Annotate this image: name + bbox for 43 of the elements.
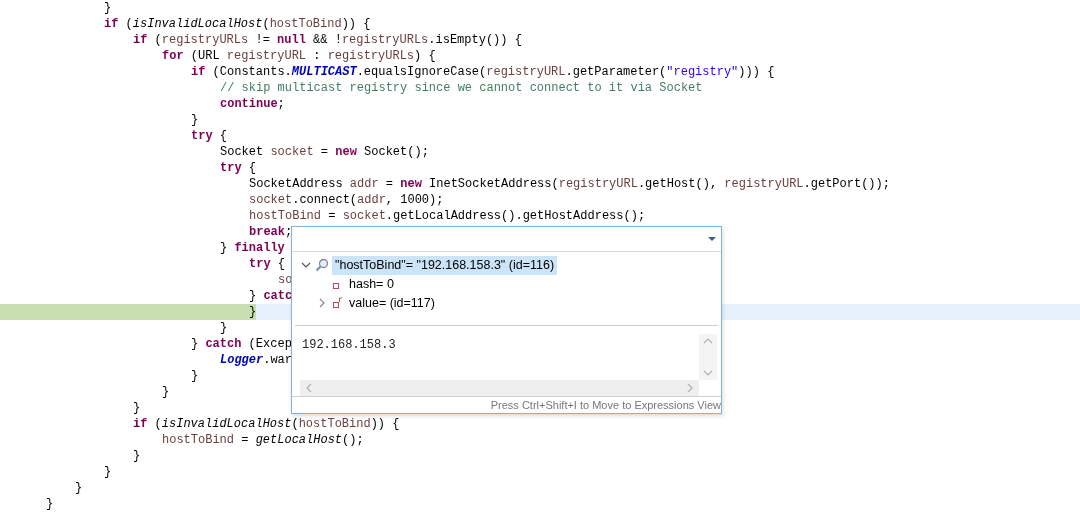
scroll-right-icon[interactable]	[687, 383, 693, 393]
code-line: }	[103, 0, 112, 16]
code-line: }	[190, 112, 199, 128]
code-line: Logger.war	[219, 352, 293, 368]
code-line: SocketAddress addr = new InetSocketAddress(registryURL.getHost(), registryURL.getPort());	[248, 176, 890, 192]
code-line: socket.connect(addr, 1000);	[248, 192, 444, 208]
code-line: } catch (Excep	[190, 336, 292, 352]
tree-item[interactable]: hash= 0	[346, 274, 397, 294]
scroll-up-icon[interactable]	[703, 338, 713, 345]
code-line: }	[132, 400, 141, 416]
code-line: continue;	[219, 96, 285, 112]
tree-item[interactable]: value= (id=117)	[346, 293, 438, 313]
code-line: try {	[190, 128, 227, 144]
code-line: try {	[219, 160, 256, 176]
code-line: if (registryURLs != null && !registryURLs.isEmpty()) {	[132, 32, 522, 48]
vertical-scrollbar[interactable]	[699, 334, 717, 381]
code-line: }	[219, 320, 228, 336]
code-line: for (URL registryURL : registryURLs) {	[161, 48, 436, 64]
search-icon	[315, 258, 329, 273]
code-line: } finally	[219, 240, 285, 256]
code-line: hostToBind = socket.getLocalAddress().getHostAddress();	[248, 208, 646, 224]
tree-item[interactable]: "hostToBind"= "192.168.158.3" (id=116)	[332, 255, 558, 275]
code-line: hostToBind = getLocalHost();	[161, 432, 364, 448]
code-line: // skip multicast registry since we cannot connect to it via Socket	[219, 80, 703, 96]
code-line: }	[132, 448, 141, 464]
scroll-left-icon[interactable]	[306, 383, 312, 393]
code-line: }	[103, 464, 112, 480]
code-line: }	[74, 480, 83, 496]
detail-value: 192.168.158.3	[302, 337, 396, 355]
horizontal-scrollbar[interactable]	[300, 380, 699, 396]
code-line: }	[161, 384, 170, 400]
code-line: if (isInvalidLocalHost(hostToBind)) {	[132, 416, 400, 432]
code-line: }	[190, 368, 199, 384]
code-line: if (Constants.MULTICAST.equalsIgnoreCase(registryURL.getParameter("registry"))) {	[190, 64, 775, 80]
code-line: break;	[248, 224, 293, 240]
code-line: if (isInvalidLocalHost(hostToBind)) {	[103, 16, 371, 32]
dropdown-caret-icon[interactable]	[707, 235, 717, 242]
code-line: Socket socket = new Socket();	[219, 144, 429, 160]
scroll-down-icon[interactable]	[703, 370, 713, 377]
code-line: try {	[248, 256, 285, 272]
code-line: } catc	[248, 288, 293, 304]
hint-text: Press Ctrl+Shift+I to Move to Expressions View	[490, 399, 721, 411]
code-line: }	[45, 496, 54, 512]
